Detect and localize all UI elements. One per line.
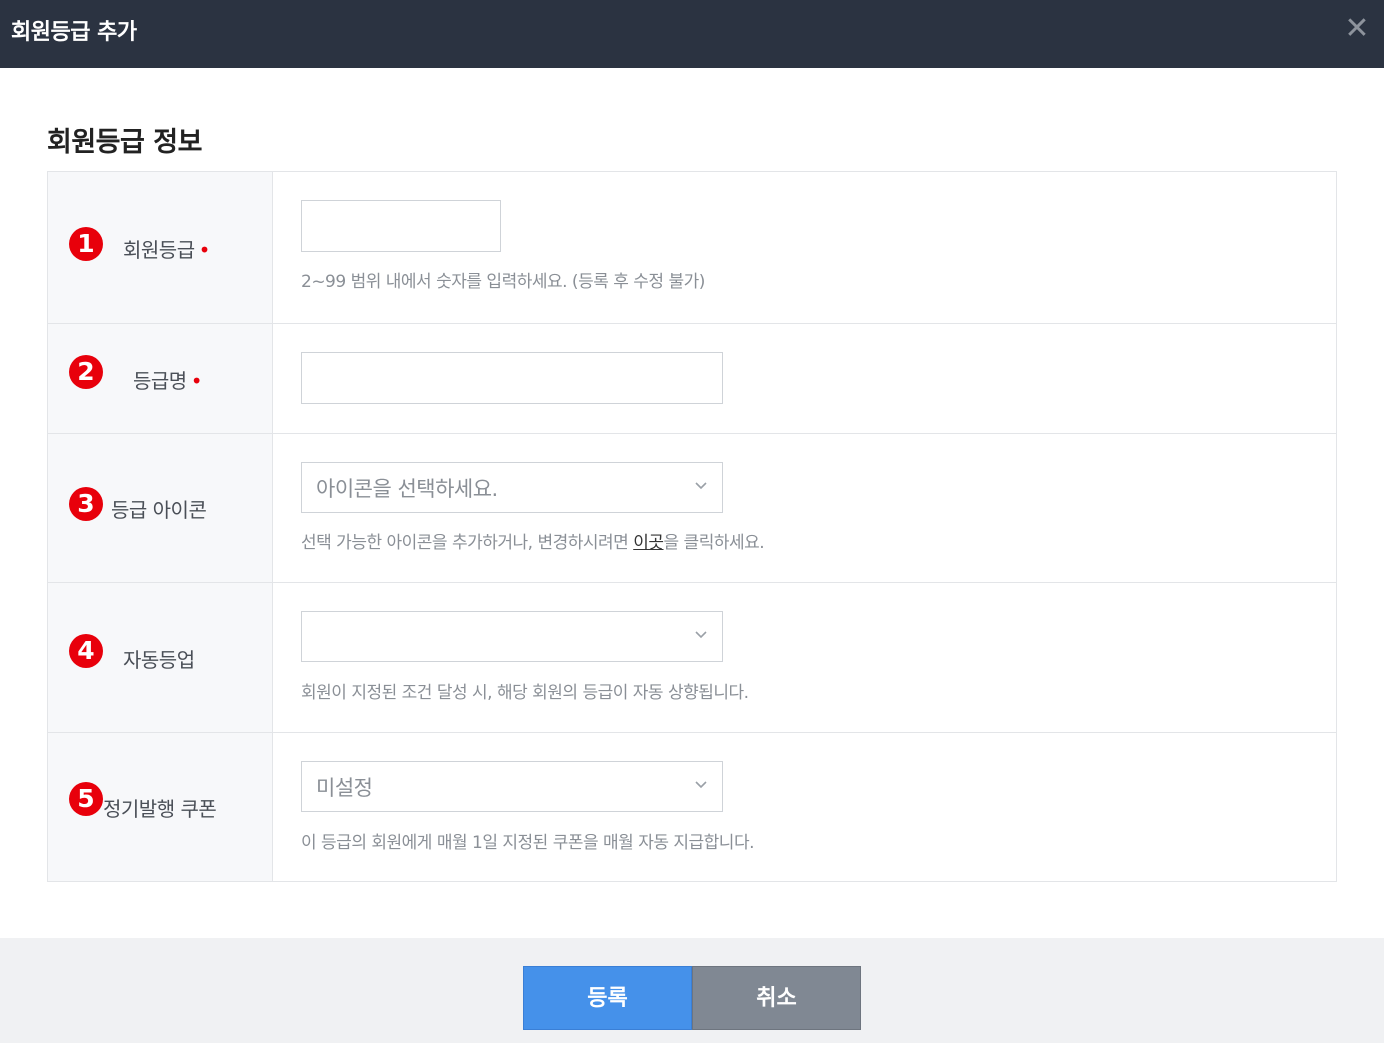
row-content: 2~99 범위 내에서 숫자를 입력하세요. (등록 후 수정 불가) (273, 172, 1336, 323)
row-content: 아이콘을 선택하세요. 선택 가능한 아이콘을 추가하거나, 변경하시려면 이곳… (273, 434, 1336, 582)
auto-upgrade-help: 회원이 지정된 조건 달성 시, 해당 회원의 등급이 자동 상향됩니다. (301, 683, 749, 703)
modal-footer: 등록 취소 (0, 938, 1384, 1043)
row-content: 회원이 지정된 조건 달성 시, 해당 회원의 등급이 자동 상향됩니다. (273, 583, 1336, 732)
row-content: 미설정 이 등급의 회원에게 매월 1일 지정된 쿠폰을 매월 자동 지급합니다… (273, 733, 1336, 881)
auto-upgrade-select[interactable] (301, 611, 723, 662)
row-label: 2 등급명 • (48, 324, 273, 433)
submit-button[interactable]: 등록 (523, 966, 692, 1030)
periodic-coupon-help: 이 등급의 회원에게 매월 1일 지정된 쿠폰을 매월 자동 지급합니다. (301, 833, 755, 853)
row-label: 3 등급 아이콘 (48, 434, 273, 582)
add-member-grade-modal: 회원등급 추가 ✕ 회원등급 정보 1 회원등급 • 2~99 범위 내에서 숫자… (0, 0, 1384, 1043)
periodic-coupon-select[interactable]: 미설정 (301, 761, 723, 812)
section-title: 회원등급 정보 (47, 127, 202, 158)
label-grade-icon: 등급 아이콘 (111, 498, 207, 522)
help-suffix: 을 클릭하세요. (663, 533, 765, 553)
grade-icon-select[interactable]: 아이콘을 선택하세요. (301, 462, 723, 513)
label-auto-upgrade: 자동등업 (123, 648, 195, 672)
label-grade-name: 등급명 • (133, 365, 203, 394)
label-text: 회원등급 (123, 238, 195, 262)
select-value: 미설정 (316, 776, 373, 800)
row-grade-icon: 3 등급 아이콘 아이콘을 선택하세요. 선택 가능한 아이콘을 추가하거나, … (48, 434, 1336, 583)
row-periodic-coupon: 5 정기발행 쿠폰 미설정 이 등급의 회원에게 매월 1일 지정된 쿠폰을 매… (48, 733, 1336, 881)
chevron-down-icon (695, 482, 707, 490)
step-badge-3: 3 (69, 487, 103, 521)
step-badge-5: 5 (69, 782, 103, 816)
chevron-down-icon (695, 781, 707, 789)
member-grade-input[interactable] (301, 200, 501, 252)
member-grade-help: 2~99 범위 내에서 숫자를 입력하세요. (등록 후 수정 불가) (301, 272, 705, 292)
step-badge-2: 2 (69, 355, 103, 389)
grade-name-input[interactable] (301, 352, 723, 404)
row-label: 5 정기발행 쿠폰 (48, 733, 273, 881)
chevron-down-icon (695, 631, 707, 639)
row-grade-name: 2 등급명 • (48, 324, 1336, 434)
icon-manage-link[interactable]: 이곳 (633, 533, 664, 553)
required-mark: • (190, 369, 203, 393)
row-label: 1 회원등급 • (48, 172, 273, 323)
label-member-grade: 회원등급 • (123, 234, 210, 263)
row-member-grade: 1 회원등급 • 2~99 범위 내에서 숫자를 입력하세요. (등록 후 수정 … (48, 172, 1336, 324)
required-mark: • (198, 238, 211, 262)
modal-header: 회원등급 추가 ✕ (0, 0, 1384, 68)
step-badge-4: 4 (69, 634, 103, 668)
grade-icon-help: 선택 가능한 아이콘을 추가하거나, 변경하시려면 이곳을 클릭하세요. (301, 528, 765, 553)
label-text: 등급명 (133, 369, 187, 393)
row-auto-upgrade: 4 자동등업 회원이 지정된 조건 달성 시, 해당 회원의 등급이 자동 상향… (48, 583, 1336, 733)
modal-title: 회원등급 추가 (11, 20, 137, 45)
close-icon[interactable]: ✕ (1344, 14, 1370, 44)
row-label: 4 자동등업 (48, 583, 273, 732)
select-value: 아이콘을 선택하세요. (316, 477, 498, 501)
step-badge-1: 1 (69, 227, 103, 261)
label-periodic-coupon: 정기발행 쿠폰 (103, 797, 217, 821)
row-content (273, 324, 1336, 433)
help-prefix: 선택 가능한 아이콘을 추가하거나, 변경하시려면 (301, 533, 634, 553)
grade-info-form: 1 회원등급 • 2~99 범위 내에서 숫자를 입력하세요. (등록 후 수정 … (47, 171, 1337, 882)
cancel-button[interactable]: 취소 (692, 966, 861, 1030)
